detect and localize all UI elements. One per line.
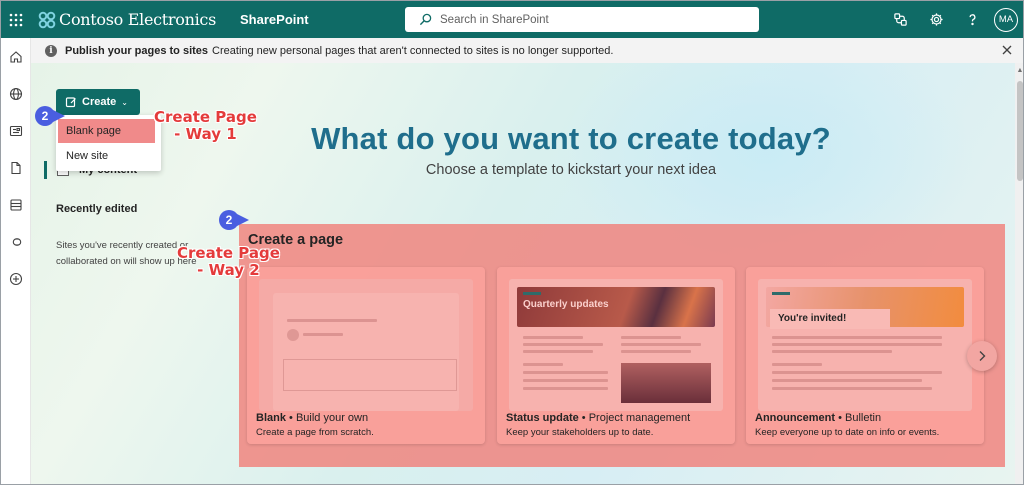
card-description: Create a page from scratch. [256,427,374,438]
settings-gear-icon[interactable] [918,1,954,38]
template-card-status-update[interactable]: Quarterly updates Status update • Projec… [497,267,735,444]
app-frame: Contoso Electronics SharePoint MA [0,0,1024,485]
help-icon[interactable] [954,1,990,38]
info-icon: i [45,44,57,57]
recently-edited-heading: Recently edited [56,203,138,215]
template-card-announcement[interactable]: You're invited! Announcement • Bulletin … [746,267,984,444]
brand[interactable]: Contoso Electronics [38,10,216,29]
vertical-scrollbar[interactable]: ▲ [1015,63,1023,484]
create-button[interactable]: Create ⌄ [56,89,140,115]
create-menu: Blank page New site [56,115,161,171]
thumbnail-heading: Quarterly updates [523,299,609,310]
page-title: What do you want to create today? [311,121,831,156]
add-circle-icon[interactable] [8,271,24,287]
search-input[interactable] [440,13,740,26]
template-thumbnail: You're invited! [758,279,972,411]
scroll-up-icon[interactable]: ▲ [1016,67,1023,75]
message-title: Publish your pages to sites [65,44,209,57]
card-description: Keep everyone up to date on info or even… [755,427,940,438]
page-subtitle: Choose a template to kickstart your next… [425,162,717,178]
scrollbar-thumb[interactable] [1017,81,1023,181]
close-icon[interactable] [1001,44,1013,56]
globe-icon[interactable] [8,86,24,102]
main-content: Create ⌄ Blank page New site My content … [31,63,1015,484]
chevron-down-icon: ⌄ [121,97,128,107]
card-name: Status update • Project management [506,412,691,424]
message-bar: i Publish your pages to sites Creating n… [31,38,1023,63]
card-description: Keep your stakeholders up to date. [506,427,654,438]
top-icons: MA [882,1,1023,38]
app-launcher-icon[interactable] [1,1,31,38]
shared-content-icon[interactable] [882,1,918,38]
step-badge-2: 2 [219,210,249,230]
thumbnail-heading: You're invited! [778,313,847,324]
lists-icon[interactable] [8,197,24,213]
template-thumbnail: Quarterly updates [509,279,723,411]
annotation-way-1: Create Page - Way 1 [154,108,257,143]
template-thumbnail [259,279,473,411]
files-icon[interactable] [8,160,24,176]
annotation-way-2: Create Page - Way 2 [177,244,280,279]
message-text: Creating new personal pages that aren't … [212,44,614,57]
news-icon[interactable] [8,123,24,139]
template-card-blank[interactable]: Blank • Build your own Create a page fro… [247,267,485,444]
menu-item-new-site[interactable]: New site [58,144,155,168]
step-badge-1: 2 [35,106,65,126]
chevron-right-icon [979,351,986,361]
left-rail [1,38,31,484]
compose-icon [65,97,76,108]
search-icon [419,13,432,26]
home-icon[interactable] [8,49,24,65]
card-name: Announcement • Bulletin [755,412,882,424]
search-box[interactable] [405,7,759,32]
card-name: Blank • Build your own [256,412,369,424]
app-name[interactable]: SharePoint [240,12,309,27]
brand-name: Contoso Electronics [59,10,217,29]
create-button-label: Create [82,96,117,108]
suite-bar: Contoso Electronics SharePoint MA [1,1,1023,38]
user-avatar[interactable]: MA [994,7,1018,32]
menu-item-blank-page[interactable]: Blank page [58,119,155,143]
contoso-logo-icon [38,11,56,28]
selected-indicator [44,161,47,179]
create-page-section: Create a page Blank • Build your own Cre… [239,224,1005,467]
carousel-next-button[interactable] [967,341,997,371]
loop-icon[interactable] [8,234,24,250]
